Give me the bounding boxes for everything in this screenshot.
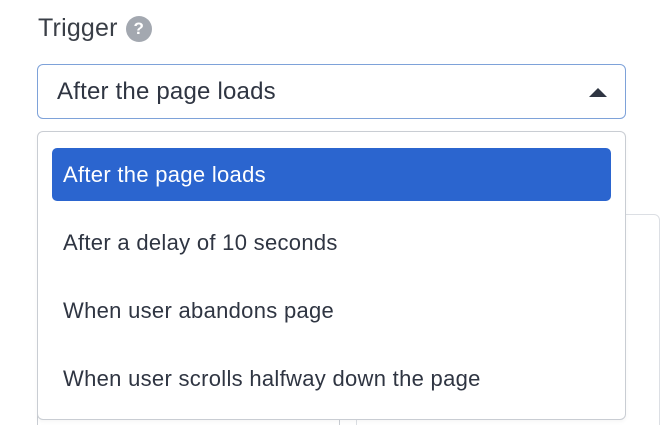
option-user-scrolls-halfway[interactable]: When user scrolls halfway down the page <box>52 352 611 405</box>
question-circle-icon[interactable]: ? <box>125 15 152 42</box>
trigger-label: Trigger <box>38 14 118 42</box>
trigger-select[interactable]: After the page loads <box>37 64 626 119</box>
option-after-page-loads[interactable]: After the page loads <box>52 148 611 201</box>
trigger-options-list: After the page loads After a delay of 10… <box>37 131 626 420</box>
trigger-select-value: After the page loads <box>57 77 276 105</box>
page: Trigger ? After the page loads After the… <box>0 0 665 425</box>
caret-up-icon <box>589 88 607 97</box>
option-after-delay[interactable]: After a delay of 10 seconds <box>52 216 611 269</box>
option-user-abandons-page[interactable]: When user abandons page <box>52 284 611 337</box>
trigger-label-row: Trigger ? <box>38 14 152 43</box>
